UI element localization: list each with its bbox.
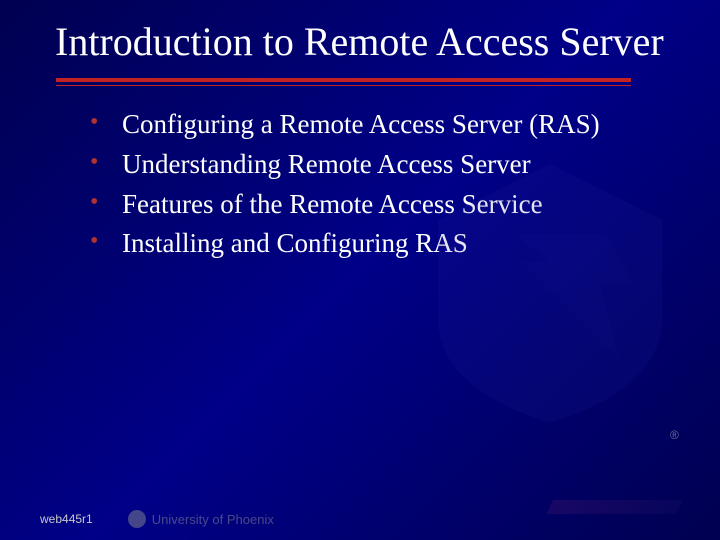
slide-title: Introduction to Remote Access Server bbox=[55, 20, 670, 64]
list-item-text: Configuring a Remote Access Server (RAS) bbox=[122, 108, 600, 142]
footer-logo: University of Phoenix bbox=[128, 510, 274, 528]
bullet-icon: • bbox=[90, 108, 104, 136]
bullet-icon: • bbox=[90, 227, 104, 255]
bullet-icon: • bbox=[90, 148, 104, 176]
slide-footer: web445r1 University of Phoenix bbox=[0, 498, 720, 540]
registered-mark-icon: ® bbox=[670, 428, 686, 444]
logo-circle-icon bbox=[128, 510, 146, 528]
slide-title-block: Introduction to Remote Access Server bbox=[0, 0, 720, 64]
background-shield-graphic bbox=[410, 150, 690, 430]
list-item: • Configuring a Remote Access Server (RA… bbox=[90, 108, 660, 142]
title-divider bbox=[56, 78, 631, 86]
bullet-icon: • bbox=[90, 188, 104, 216]
footer-org-text: University of Phoenix bbox=[152, 512, 274, 527]
footer-code: web445r1 bbox=[40, 512, 93, 526]
